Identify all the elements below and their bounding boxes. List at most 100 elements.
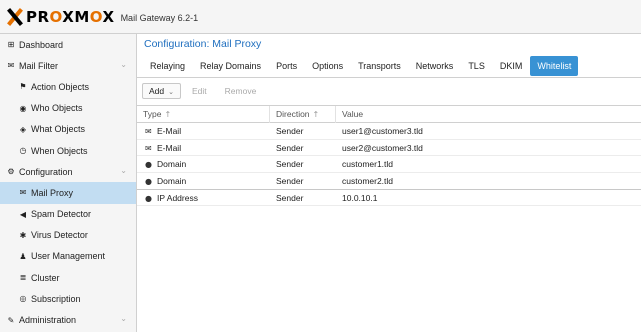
globe-icon: ● [145, 177, 152, 187]
sidebar-item-mail-filter[interactable]: ✉ Mail Filter ⌄ [0, 55, 136, 76]
tab-dkim[interactable]: DKIM [493, 56, 530, 76]
cell-type-label: Domain [157, 176, 187, 187]
sidebar-item-label: Mail Filter [19, 60, 59, 71]
chevron-down-icon: ⌄ [168, 88, 174, 96]
sidebar-item-label: Administration [19, 315, 77, 326]
column-type-label: Type [143, 109, 162, 119]
envelope-icon: ✉ [7, 61, 15, 71]
sidebar-item-label: Configuration [19, 166, 73, 177]
users-icon: ♟ [19, 251, 27, 261]
flag-icon: ⚑ [19, 82, 27, 92]
cell-value: user1@customer3.tld [342, 126, 423, 136]
tab-relay-domains[interactable]: Relay Domains [193, 56, 268, 76]
sidebar-item-label: What Objects [31, 124, 86, 135]
sidebar-item-label: Dashboard [19, 39, 64, 50]
dashboard-icon: ⊞ [7, 40, 15, 50]
sidebar-item-label: Subscription [31, 293, 81, 304]
cell-direction: Sender [276, 192, 304, 203]
column-header-direction[interactable]: Direction ↑ [270, 106, 336, 123]
table-row[interactable]: ● IP Address Sender 10.0.10.1 [137, 190, 641, 207]
chevron-down-icon[interactable]: ⌄ [120, 166, 127, 175]
cell-type: ● Domain [145, 173, 186, 189]
column-header-value[interactable]: Value [336, 106, 641, 123]
add-button[interactable]: Add ⌄ [142, 83, 181, 99]
tab-ports[interactable]: Ports [269, 56, 304, 76]
sidebar-item-label: Spam Detector [31, 209, 92, 220]
cell-type: ● IP Address [145, 190, 198, 206]
tab-bar: Relaying Relay Domains Ports Options Transpo… [143, 56, 579, 78]
tab-tls[interactable]: TLS [461, 56, 492, 76]
sort-asc-icon: ↑ [312, 110, 320, 119]
sidebar-item-label: Mail Proxy [31, 187, 74, 198]
table-row[interactable]: ✉ E-Mail Sender user2@customer3.tld [137, 140, 641, 157]
column-value-label: Value [342, 109, 364, 119]
sidebar-item-subscription[interactable]: ◎ Subscription [0, 288, 136, 309]
table-row[interactable]: ● Domain Sender customer2.tld [137, 173, 641, 190]
remove-button[interactable]: Remove [218, 83, 264, 99]
sidebar-item-action-objects[interactable]: ⚑ Action Objects [0, 76, 136, 97]
sidebar-item-virus-detector[interactable]: ✱ Virus Detector [0, 225, 136, 246]
cell-type-label: Domain [157, 159, 187, 170]
proxmox-logo[interactable]: PROXMOX [6, 8, 115, 26]
navigation-tree: ⊞ Dashboard ✉ Mail Filter ⌄ ⚑ Action Objects ◉ W… [0, 34, 137, 332]
product-version: Mail Gateway 6.2-1 [120, 13, 199, 23]
cell-value: user2@customer3.tld [342, 142, 423, 153]
cube-icon: ◈ [19, 124, 27, 134]
grid-header: Type ↑ Direction ↑ Value [137, 105, 641, 123]
sidebar-item-when-objects[interactable]: ◷ When Objects [0, 140, 136, 161]
main-panel: Configuration: Mail Proxy Relaying Relay … [137, 34, 641, 332]
sidebar-item-label: Cluster [31, 272, 60, 283]
sidebar-item-cluster[interactable]: ≣ Cluster [0, 267, 136, 288]
sidebar-item-dashboard[interactable]: ⊞ Dashboard [0, 34, 136, 55]
sidebar-item-label: Action Objects [31, 81, 90, 92]
wrench-icon: ✎ [7, 315, 15, 325]
sidebar-item-label: User Management [31, 251, 106, 262]
user-circle-icon: ◉ [19, 103, 27, 113]
whitelist-grid: ✉ E-Mail Sender user1@customer3.tld ✉ E-Mail S… [137, 123, 641, 207]
cell-type: ✉ E-Mail [145, 140, 181, 156]
cell-type: ● Domain [145, 156, 186, 172]
sidebar-item-user-management[interactable]: ♟ User Management [0, 246, 136, 267]
edit-button[interactable]: Edit [185, 83, 214, 99]
envelope-o-icon: ✉ [145, 143, 152, 153]
bullhorn-icon: ◀ [19, 209, 27, 219]
table-row[interactable]: ● Domain Sender customer1.tld [137, 156, 641, 174]
tab-strip-divider [137, 77, 641, 78]
tab-relaying[interactable]: Relaying [143, 56, 192, 76]
sidebar-item-label: Who Objects [31, 103, 83, 114]
logo-wordmark: PROXMOX [26, 7, 115, 26]
envelope-o-icon: ✉ [19, 188, 27, 198]
sidebar-item-spam-detector[interactable]: ◀ Spam Detector [0, 204, 136, 225]
cell-direction: Sender [276, 126, 304, 136]
tab-options[interactable]: Options [305, 56, 350, 76]
sidebar-item-label: When Objects [31, 145, 88, 156]
cell-type-label: E-Mail [157, 126, 182, 136]
add-button-label: Add [149, 86, 165, 96]
envelope-o-icon: ✉ [145, 127, 152, 136]
bug-icon: ✱ [19, 230, 27, 240]
chevron-down-icon[interactable]: ⌄ [120, 314, 127, 323]
column-header-type[interactable]: Type ↑ [137, 106, 270, 123]
chevron-down-icon[interactable]: ⌄ [120, 60, 127, 69]
sidebar-item-mail-proxy[interactable]: ✉ Mail Proxy [0, 182, 136, 204]
cogs-icon: ⚙ [7, 167, 15, 177]
sidebar-item-configuration[interactable]: ⚙ Configuration ⌄ [0, 161, 136, 182]
tab-whitelist[interactable]: Whitelist [530, 56, 579, 76]
cell-direction: Sender [276, 142, 304, 153]
cell-direction: Sender [276, 176, 304, 187]
page-title: Configuration: Mail Proxy [144, 38, 262, 50]
cell-type-label: E-Mail [157, 142, 182, 153]
table-row[interactable]: ✉ E-Mail Sender user1@customer3.tld [137, 123, 641, 140]
globe-icon: ● [145, 193, 152, 203]
sidebar-item-administration[interactable]: ✎ Administration ⌄ [0, 309, 136, 330]
tab-networks[interactable]: Networks [409, 56, 461, 76]
globe-icon: ● [145, 160, 152, 170]
server-icon: ≣ [19, 273, 27, 283]
cell-type: ✉ E-Mail [145, 123, 181, 139]
sidebar-item-what-objects[interactable]: ◈ What Objects [0, 119, 136, 140]
support-icon: ◎ [19, 294, 27, 304]
sidebar-item-who-objects[interactable]: ◉ Who Objects [0, 98, 136, 119]
grid-toolbar: Add ⌄ Edit Remove [142, 82, 267, 100]
sort-asc-icon: ↑ [164, 110, 172, 119]
tab-transports[interactable]: Transports [351, 56, 408, 76]
